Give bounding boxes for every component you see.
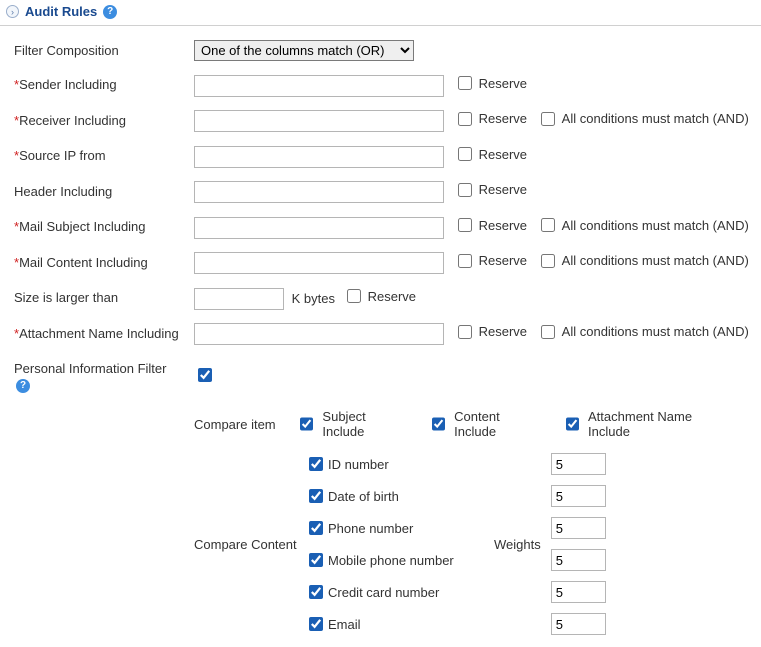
attachment-reserve-checkbox[interactable] <box>458 325 472 339</box>
size-label: Size is larger than <box>14 290 118 305</box>
subject-reserve-checkbox[interactable] <box>458 218 472 232</box>
size-reserve-label: Reserve <box>368 289 416 304</box>
compare-item-label: Compare item <box>194 417 296 432</box>
compare-content-label: Compare Content <box>194 537 302 552</box>
compare-item-checkbox[interactable] <box>309 489 323 503</box>
compare-item-name: Credit card number <box>328 585 488 600</box>
form-table: Filter Composition One of the columns ma… <box>10 34 755 641</box>
compare-item-row: Credit card number <box>302 582 488 602</box>
content-and-checkbox[interactable] <box>541 254 555 268</box>
content-input[interactable] <box>194 252 444 274</box>
subject-input[interactable] <box>194 217 444 239</box>
compare-item-checkbox[interactable] <box>309 617 323 631</box>
weight-input[interactable] <box>551 453 606 475</box>
sender-input[interactable] <box>194 75 444 97</box>
section-header: › Audit Rules ? <box>0 0 761 26</box>
header-reserve-label: Reserve <box>479 182 527 197</box>
attachment-and-label: All conditions must match (AND) <box>562 324 749 339</box>
sender-reserve-label: Reserve <box>479 76 527 91</box>
content-include-label: Content Include <box>454 409 540 439</box>
size-unit: K bytes <box>292 291 335 306</box>
content-reserve-checkbox[interactable] <box>458 254 472 268</box>
weight-input[interactable] <box>551 581 606 603</box>
compare-item-row: Phone number <box>302 518 488 538</box>
receiver-input[interactable] <box>194 110 444 132</box>
receiver-reserve-checkbox[interactable] <box>458 112 472 126</box>
compare-item-checkbox[interactable] <box>309 585 323 599</box>
compare-item-name: Mobile phone number <box>328 553 488 568</box>
attachment-include-label: Attachment Name Include <box>588 409 729 439</box>
header-reserve-checkbox[interactable] <box>458 183 472 197</box>
subject-and-label: All conditions must match (AND) <box>562 218 749 233</box>
compare-item-name: Phone number <box>328 521 488 536</box>
weight-input[interactable] <box>551 549 606 571</box>
receiver-and-label: All conditions must match (AND) <box>562 111 749 126</box>
compare-item-row: Mobile phone number <box>302 550 488 570</box>
compare-item-name: Email <box>328 617 488 632</box>
content-reserve-label: Reserve <box>479 253 527 268</box>
compare-item-row: Compare item Subject Include Content Inc… <box>194 409 751 439</box>
subject-and-checkbox[interactable] <box>541 218 555 232</box>
compare-item-checkbox[interactable] <box>309 457 323 471</box>
source-ip-reserve-label: Reserve <box>479 147 527 162</box>
receiver-label: Receiver Including <box>19 113 126 128</box>
subject-reserve-label: Reserve <box>479 218 527 233</box>
sender-label: Sender Including <box>19 77 117 92</box>
content-and-label: All conditions must match (AND) <box>562 253 749 268</box>
help-icon[interactable]: ? <box>103 5 117 19</box>
size-input[interactable] <box>194 288 284 310</box>
compare-item-name: Date of birth <box>328 489 488 504</box>
content-include-checkbox[interactable] <box>432 417 445 431</box>
compare-item-row: Date of birth <box>302 486 488 506</box>
compare-item-row: ID number <box>302 454 488 474</box>
compare-item-checkbox[interactable] <box>309 521 323 535</box>
weights-label: Weights <box>494 537 541 552</box>
subject-include-checkbox[interactable] <box>300 417 313 431</box>
subject-label: Mail Subject Including <box>19 219 145 234</box>
form-content: Filter Composition One of the columns ma… <box>0 26 761 647</box>
subject-include-label: Subject Include <box>322 409 406 439</box>
compare-content-block: Compare Content ID number Date of birth Pho… <box>194 453 751 635</box>
weight-input[interactable] <box>551 613 606 635</box>
collapse-icon[interactable]: › <box>6 5 19 18</box>
compare-item-row: Email <box>302 614 488 634</box>
pif-label: Personal Information Filter <box>14 361 166 376</box>
receiver-and-checkbox[interactable] <box>541 112 555 126</box>
attachment-and-checkbox[interactable] <box>541 325 555 339</box>
content-label: Mail Content Including <box>19 255 148 270</box>
weight-input[interactable] <box>551 485 606 507</box>
sender-reserve-checkbox[interactable] <box>458 76 472 90</box>
filter-composition-select[interactable]: One of the columns match (OR) <box>194 40 414 61</box>
pif-enable-checkbox[interactable] <box>198 368 212 382</box>
attachment-input[interactable] <box>194 323 444 345</box>
filter-composition-label: Filter Composition <box>10 34 190 67</box>
weight-input[interactable] <box>551 517 606 539</box>
size-reserve-checkbox[interactable] <box>347 289 361 303</box>
compare-item-checkbox[interactable] <box>309 553 323 567</box>
attachment-reserve-label: Reserve <box>479 324 527 339</box>
source-ip-reserve-checkbox[interactable] <box>458 147 472 161</box>
section-title: Audit Rules <box>25 4 97 19</box>
source-ip-label: Source IP from <box>19 148 105 163</box>
header-label: Header Including <box>14 184 112 199</box>
compare-item-name: ID number <box>328 457 488 472</box>
help-icon[interactable]: ? <box>16 379 30 393</box>
header-input[interactable] <box>194 181 444 203</box>
attachment-label: Attachment Name Including <box>19 326 179 341</box>
receiver-reserve-label: Reserve <box>479 111 527 126</box>
attachment-include-checkbox[interactable] <box>566 417 579 431</box>
source-ip-input[interactable] <box>194 146 444 168</box>
